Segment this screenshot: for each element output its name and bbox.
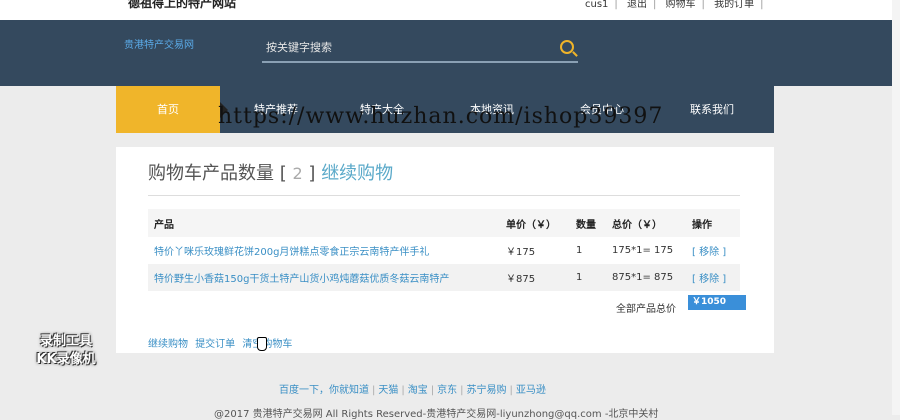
nav-item-local-news[interactable]: 本地资讯	[444, 86, 540, 133]
remove-link[interactable]: [ 移除 ]	[686, 237, 740, 264]
separator: |	[701, 0, 705, 10]
nav-active-arrow	[220, 102, 228, 118]
table-row: 特价丫咪乐玫瑰鲜花饼200g月饼糕点零食正宗云南特产伴手礼 ￥175 1 175…	[148, 237, 740, 264]
nav-item-contact[interactable]: 联系我们	[664, 86, 760, 133]
footer-link-taobao[interactable]: 淘宝	[408, 385, 428, 396]
product-name-link[interactable]: 特价野生小香菇150g干货土特产山货小鸡炖蘑菇优质冬菇云南特产	[148, 264, 500, 291]
logout-link[interactable]: 退出	[627, 0, 647, 10]
separator: |	[652, 0, 657, 10]
footer-link-baidu[interactable]: 百度一下，你就知道	[279, 385, 369, 396]
separator: |	[460, 385, 464, 396]
cart-panel: 购物车产品数量 [ 2 ] 继续购物 产品 单价（￥） 数量 总价（￥） 操作 …	[116, 147, 774, 353]
total-label: 全部产品总价	[616, 304, 676, 315]
search-icon[interactable]	[560, 40, 574, 54]
scrollbar[interactable]	[892, 0, 900, 415]
separator: |	[430, 385, 435, 396]
user-link[interactable]: cus1	[585, 0, 608, 10]
top-links: cus1 | 退出 | 购物车 | 我的订单 |	[585, 0, 769, 10]
clear-cart-link[interactable]: 清空购物车	[242, 339, 292, 350]
logo[interactable]: 贵港特产交易网	[124, 36, 194, 51]
copyright: @2017 贵港特产交易网 All Rights Reserved-贵港特产交易…	[214, 409, 659, 420]
cart-title: 购物车产品数量 [ 2 ] 继续购物	[148, 159, 393, 185]
line-total: 175*1= 175	[606, 237, 686, 264]
total-row: 全部产品总价 ￥1050	[148, 295, 746, 315]
quantity: 1	[570, 237, 606, 264]
cart-count: 2	[292, 164, 303, 183]
hand-cursor-icon	[257, 337, 267, 351]
product-name-link[interactable]: 特价丫咪乐玫瑰鲜花饼200g月饼糕点零食正宗云南特产伴手礼	[148, 237, 500, 264]
top-bar: 德祖得上的特产网站 cus1 | 退出 | 购物车 | 我的订单 |	[0, 0, 900, 20]
footer-link-jd[interactable]: 京东	[437, 385, 457, 396]
recorder-watermark-line1: 录制工具	[39, 334, 92, 349]
divider	[148, 195, 740, 196]
nav-item-all-products[interactable]: 特产大全	[334, 86, 430, 133]
unit-price: ￥875	[500, 264, 570, 291]
footer-links: 百度一下，你就知道 | 天猫 | 淘宝 | 京东 | 苏宁易购 | 亚马逊	[279, 381, 546, 396]
separator: |	[401, 385, 405, 396]
submit-order-link[interactable]: 提交订单	[195, 339, 235, 350]
cart-table: 产品 单价（￥） 数量 总价（￥） 操作 特价丫咪乐玫瑰鲜花饼200g月饼糕点零…	[148, 209, 740, 291]
footer-link-amazon[interactable]: 亚马逊	[516, 385, 546, 396]
separator: |	[372, 385, 376, 396]
col-action: 操作	[686, 209, 740, 237]
my-orders-link[interactable]: 我的订单	[714, 0, 754, 10]
col-qty: 数量	[570, 209, 606, 237]
col-unit-price: 单价（￥）	[500, 209, 570, 237]
nav-item-recommend[interactable]: 特产推荐	[228, 86, 324, 133]
cart-link[interactable]: 购物车	[666, 0, 696, 10]
bracket-open: [	[279, 163, 287, 184]
search-bar	[262, 36, 578, 63]
table-row: 特价野生小香菇150g干货土特产山货小鸡炖蘑菇优质冬菇云南特产 ￥875 1 8…	[148, 264, 740, 291]
separator: |	[509, 385, 513, 396]
line-total: 875*1= 875	[606, 264, 686, 291]
total-value: ￥1050	[688, 295, 746, 310]
table-header: 产品 单价（￥） 数量 总价（￥） 操作	[148, 209, 740, 237]
cart-title-text: 购物车产品数量	[148, 163, 274, 184]
footer-link-suning[interactable]: 苏宁易购	[467, 385, 507, 396]
col-product: 产品	[148, 209, 500, 237]
continue-shopping-title-link[interactable]: 继续购物	[321, 163, 393, 184]
separator: |	[614, 0, 618, 10]
site-name: 德祖得上的特产网站	[128, 0, 237, 10]
footer-link-tmall[interactable]: 天猫	[378, 385, 398, 396]
separator: |	[760, 0, 764, 10]
unit-price: ￥175	[500, 237, 570, 264]
search-input[interactable]	[262, 36, 550, 58]
nav-item-home[interactable]: 首页	[116, 86, 220, 133]
remove-link[interactable]: [ 移除 ]	[686, 264, 740, 291]
col-total: 总价（￥）	[606, 209, 686, 237]
recorder-watermark: 录制工具 KK录像机	[20, 333, 112, 373]
main-nav: 首页 特产推荐 特产大全 本地资讯 会员中心 联系我们	[116, 86, 774, 133]
bracket-close: ]	[308, 163, 316, 184]
quantity: 1	[570, 264, 606, 291]
continue-shopping-link[interactable]: 继续购物	[148, 339, 188, 350]
nav-item-member-center[interactable]: 会员中心	[554, 86, 650, 133]
recorder-watermark-line2: KK录像机	[36, 352, 96, 367]
cart-actions: 继续购物 提交订单 清空购物车	[148, 335, 296, 350]
